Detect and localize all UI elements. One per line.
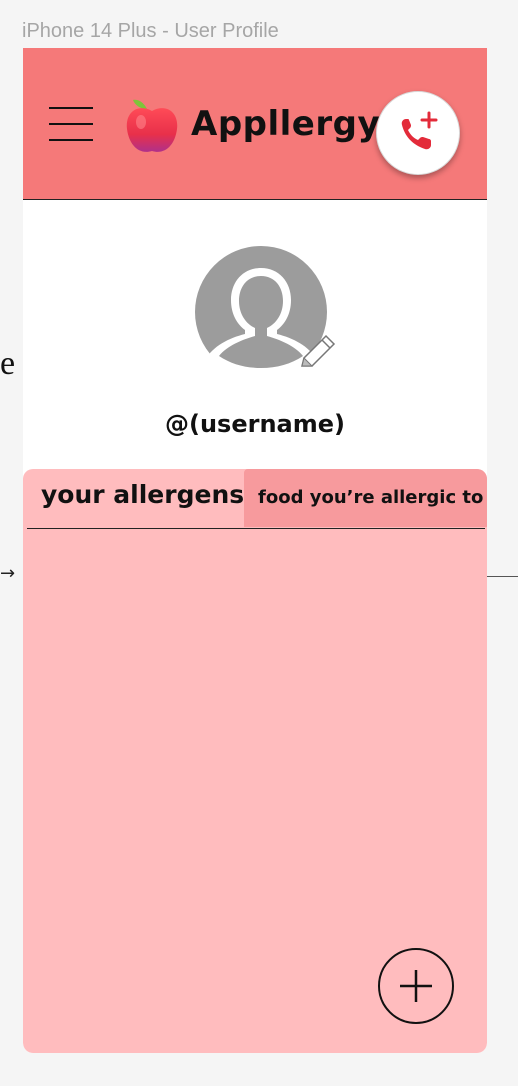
connector-line <box>487 576 518 577</box>
app-header: Appllergy <box>23 48 487 200</box>
tab-food-label: food you’re allergic to <box>258 487 484 508</box>
phone-add-icon <box>401 111 438 150</box>
phone-screen: Appllergy @(username) your allergens foo… <box>23 48 487 1053</box>
tab-divider <box>27 528 485 529</box>
emergency-call-button[interactable] <box>376 91 460 175</box>
hamburger-menu-icon[interactable] <box>49 105 93 143</box>
pencil-icon[interactable] <box>298 332 338 372</box>
add-allergen-button[interactable] <box>378 948 454 1024</box>
frame-title: iPhone 14 Plus - User Profile <box>22 20 279 42</box>
tab-food-allergic-to[interactable]: food you’re allergic to <box>244 469 487 527</box>
tab-your-allergens[interactable]: your allergens <box>41 480 244 509</box>
app-name: Appllergy <box>191 104 381 144</box>
apple-icon <box>126 99 178 152</box>
username-label: @(username) <box>165 410 345 438</box>
stray-glyph: e <box>0 345 16 382</box>
plus-icon <box>400 970 432 1002</box>
connector-arrow: → <box>0 563 16 584</box>
